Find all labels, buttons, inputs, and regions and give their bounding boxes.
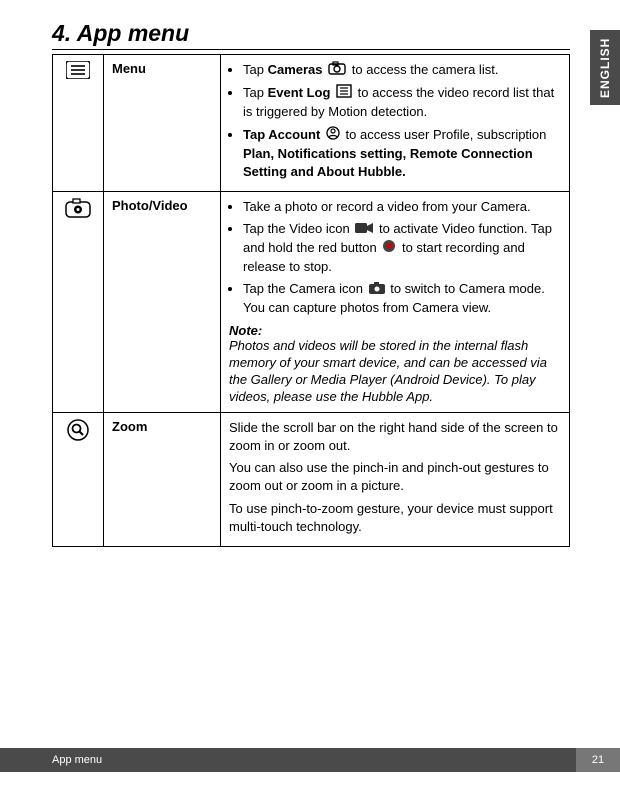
- row-description: Tap Cameras to access the camera list. T…: [221, 55, 570, 192]
- event-log-icon: [336, 84, 352, 103]
- row-description: Take a photo or record a video from your…: [221, 192, 570, 413]
- text-bold: Tap Account: [243, 127, 320, 142]
- text: Tap: [243, 85, 268, 100]
- table-row: Photo/Video Take a photo or record a vid…: [53, 192, 570, 413]
- text-bold: Cameras: [268, 62, 323, 77]
- table-row: Zoom Slide the scroll bar on the right h…: [53, 412, 570, 546]
- list-item: Take a photo or record a video from your…: [243, 198, 561, 216]
- text: Tap the Video icon: [243, 221, 353, 236]
- list-item: Tap the Camera icon to switch to Camera …: [243, 280, 561, 317]
- list-item: Tap Account to access user Profile, subs…: [243, 126, 561, 182]
- row-description: Slide the scroll bar on the right hand s…: [221, 412, 570, 546]
- app-menu-table: Menu Tap Cameras to access the camera li…: [52, 54, 570, 547]
- account-icon: [326, 126, 340, 145]
- page-heading: 4. App menu: [52, 20, 570, 50]
- text: You can also use the pinch-in and pinch-…: [229, 459, 561, 495]
- record-button-icon: [382, 239, 396, 258]
- footer-section-label: App menu: [0, 748, 576, 772]
- text: Tap the Camera icon: [243, 281, 367, 296]
- row-icon-cell: [53, 55, 104, 192]
- table-row: Menu Tap Cameras to access the camera li…: [53, 55, 570, 192]
- list-item: Tap the Video icon to activate Video fun…: [243, 220, 561, 276]
- text: to access user Profile, subscription: [346, 127, 547, 142]
- note-body: Photos and videos will be stored in the …: [229, 338, 561, 406]
- row-label: Zoom: [104, 412, 221, 546]
- text: To use pinch-to-zoom gesture, your devic…: [229, 500, 561, 536]
- magnifier-icon: [67, 419, 89, 444]
- language-tab: ENGLISH: [590, 30, 620, 105]
- row-icon-cell: [53, 192, 104, 413]
- camera-small-icon: [369, 281, 385, 299]
- page-footer: App menu 21: [0, 748, 620, 772]
- row-icon-cell: [53, 412, 104, 546]
- note-label: Note:: [229, 323, 561, 338]
- text: Tap: [243, 62, 268, 77]
- camera-icon: [65, 198, 91, 221]
- footer-page-number: 21: [576, 748, 620, 772]
- row-label: Photo/Video: [104, 192, 221, 413]
- text: to access the camera list.: [352, 62, 499, 77]
- text: Slide the scroll bar on the right hand s…: [229, 419, 561, 455]
- list-item: Tap Event Log to access the video record…: [243, 84, 561, 121]
- row-label: Menu: [104, 55, 221, 192]
- hamburger-menu-icon: [66, 61, 90, 82]
- text-bold: Plan, Notifications setting, Remote Conn…: [243, 146, 533, 179]
- camera-outline-icon: [328, 61, 346, 80]
- text-bold: Event Log: [268, 85, 331, 100]
- video-icon: [355, 221, 373, 239]
- page-content: 4. App menu Menu Tap Cameras to access t…: [0, 0, 620, 547]
- list-item: Tap Cameras to access the camera list.: [243, 61, 561, 80]
